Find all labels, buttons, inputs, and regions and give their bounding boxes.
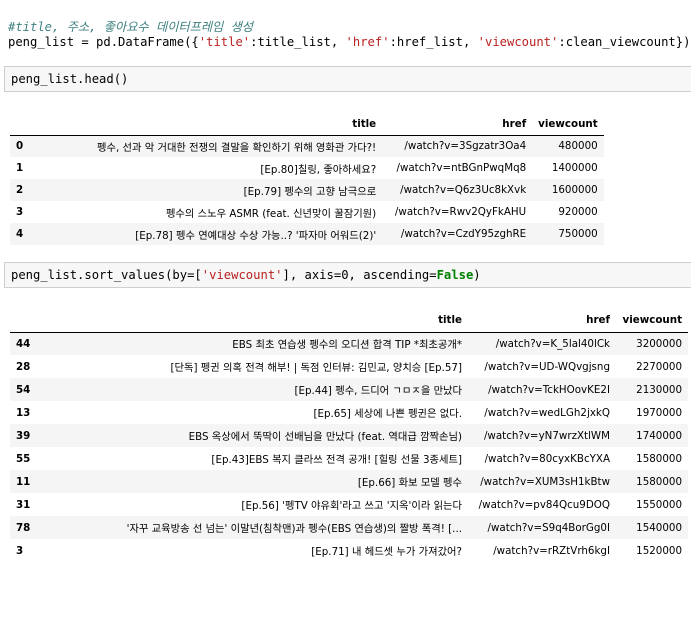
table-row: 4 [Ep.78] 펭수 연예대상 수상 가능..? '파자마 어워드(2)' …	[10, 223, 604, 245]
cell-title: [Ep.71] 내 헤드셋 누가 가져갔어?	[311, 546, 462, 558]
cell-href: /watch?v=3Sgzatr3Oa4	[404, 140, 527, 153]
table-row: 3 [Ep.71] 내 헤드셋 누가 가져갔어? /watch?v=rRZtVr…	[10, 539, 688, 562]
table-header-row: title href viewcount	[10, 113, 604, 136]
cell-href: /watch?v=K_5lal40lCk	[495, 337, 610, 350]
cell-viewcount: 480000	[558, 140, 598, 153]
cell-title: [Ep.80]칠링, 좋아하세요?	[260, 163, 377, 176]
cell-title: [Ep.56] '펭TV 야유회'라고 쓰고 '지옥'이라 읽는다	[241, 500, 462, 512]
row-index: 4	[16, 228, 24, 240]
cell-href: /watch?v=yN7wrzXtlWM	[483, 429, 610, 442]
row-index: 0	[16, 140, 24, 153]
row-index: 78	[16, 521, 31, 534]
cell-title: 펭수의 스노우 ASMR (feat. 신년맞이 꿀잠기원)	[165, 207, 377, 220]
table-row: 11 [Ep.66] 화보 모델 펭수 /watch?v=XUM3sH1kBtw…	[10, 470, 688, 493]
row-index: 44	[16, 337, 31, 350]
row-index: 55	[16, 452, 31, 465]
row-index: 1	[16, 162, 24, 174]
cell-href: /watch?v=Rwv2QyFkAHU	[394, 206, 527, 218]
cell-viewcount: 1520000	[636, 544, 682, 557]
cell-viewcount: 750000	[558, 228, 598, 240]
code-line-head: peng_list.head()	[11, 72, 129, 86]
cell-href: /watch?v=wedLGh2jxkQ	[484, 406, 610, 419]
cell-viewcount: 2130000	[636, 383, 682, 396]
cell-title: [Ep.79] 펭수의 고향 남극으로	[243, 185, 377, 198]
table-row: 54 [Ep.44] 펭수, 드디어 ㄱㅁㅈ을 만났다 /watch?v=Tck…	[10, 378, 688, 401]
cell-viewcount: 920000	[558, 206, 598, 218]
column-header-href: href	[468, 308, 616, 333]
table-row: 2 [Ep.79] 펭수의 고향 남극으로 /watch?v=Q6z3Uc8kX…	[10, 179, 604, 201]
cell-viewcount: 1580000	[636, 475, 682, 488]
cell-href: /watch?v=XUM3sH1kBtw	[480, 475, 610, 488]
column-header-title: title	[50, 308, 468, 333]
row-index: 54	[16, 383, 31, 396]
table-row: 3 펭수의 스노우 ASMR (feat. 신년맞이 꿀잠기원) /watch?…	[10, 201, 604, 223]
cell-href: /watch?v=S9q4BorGg0I	[487, 521, 611, 534]
code-cell-head[interactable]: peng_list.head()	[4, 66, 691, 92]
column-header-viewcount: viewcount	[532, 113, 604, 136]
cell-viewcount: 1400000	[551, 162, 598, 174]
head-output-table: title href viewcount 0 펭수, 선과 악 거대한 전쟁의 …	[10, 113, 604, 245]
row-index: 11	[16, 475, 31, 488]
row-index: 2	[16, 184, 24, 196]
cell-viewcount: 2270000	[636, 360, 682, 373]
table-row: 39 EBS 옥상에서 뚝딱이 선배님을 만났다 (feat. 역대급 깜짝손님…	[10, 424, 688, 447]
row-index: 3	[16, 206, 24, 218]
table-row: 44 EBS 최초 연습생 펭수의 오디션 합격 TIP *최초공개* /wat…	[10, 332, 688, 355]
cell-viewcount: 1600000	[551, 184, 598, 196]
cell-viewcount: 3200000	[636, 337, 682, 350]
cell-title: [Ep.44] 펭수, 드디어 ㄱㅁㅈ을 만났다	[294, 385, 463, 397]
cell-viewcount: 1580000	[636, 452, 682, 465]
table-header-row: title href viewcount	[10, 308, 688, 333]
column-header-viewcount: viewcount	[616, 308, 688, 333]
cell-title: EBS 옥상에서 뚝딱이 선배님을 만났다 (feat. 역대급 깜짝손님)	[188, 431, 462, 443]
code-cell-dataframe[interactable]: #title, 주소, 좋아요수 데이터프레임 생성 peng_list = p…	[0, 0, 691, 56]
cell-title: [단독] 펭귄 의혹 전격 해부! | 독점 인터뷰: 김민교, 양치승 [Ep…	[170, 362, 463, 374]
table-row: 31 [Ep.56] '펭TV 야유회'라고 쓰고 '지옥'이라 읽는다 /wa…	[10, 493, 688, 516]
cell-href: /watch?v=rRZtVrh6kgI	[493, 544, 610, 557]
index-header	[10, 308, 50, 333]
cell-href: /watch?v=ntBGnPwqMq8	[396, 162, 527, 174]
index-header	[10, 113, 30, 136]
cell-viewcount: 1550000	[636, 498, 682, 511]
cell-title: '자꾸 교육방송 선 넘는' 이말년(침착맨)과 펭수(EBS 연습생)의 짤방…	[126, 523, 462, 535]
table-row: 13 [Ep.65] 세상에 나쁜 펭귄은 없다. /watch?v=wedLG…	[10, 401, 688, 424]
row-index: 13	[16, 406, 31, 419]
table-row: 28 [단독] 펭귄 의혹 전격 해부! | 독점 인터뷰: 김민교, 양치승 …	[10, 355, 688, 378]
code-line-sort-values: peng_list.sort_values(by=['viewcount'], …	[11, 268, 481, 282]
table-row: 0 펭수, 선과 악 거대한 전쟁의 결말을 확인하기 위해 영화관 가다?! …	[10, 135, 604, 157]
cell-href: /watch?v=Q6z3Uc8kXvk	[400, 184, 527, 196]
cell-href: /watch?v=UD-WQvgjsng	[484, 360, 610, 373]
column-header-title: title	[29, 113, 383, 136]
code-comment: #title, 주소, 좋아요수 데이터프레임 생성	[8, 20, 254, 34]
code-cell-sort-values[interactable]: peng_list.sort_values(by=['viewcount'], …	[4, 262, 691, 288]
cell-viewcount: 1970000	[636, 406, 682, 419]
column-header-href: href	[382, 113, 533, 136]
cell-viewcount: 1540000	[636, 521, 682, 534]
cell-title: [Ep.65] 세상에 나쁜 펭귄은 없다.	[313, 408, 462, 420]
cell-title: [Ep.43]EBS 복지 클라쓰 전격 공개! [힐링 선물 3종세트]	[211, 454, 462, 466]
table-row: 78 '자꾸 교육방송 선 넘는' 이말년(침착맨)과 펭수(EBS 연습생)의…	[10, 516, 688, 539]
cell-href: /watch?v=pv84Qcu9DOQ	[478, 498, 610, 511]
row-index: 39	[16, 429, 31, 442]
cell-href: /watch?v=TckHOovKE2I	[488, 383, 610, 396]
table-row: 1 [Ep.80]칠링, 좋아하세요? /watch?v=ntBGnPwqMq8…	[10, 157, 604, 179]
row-index: 31	[16, 498, 31, 511]
table-row: 55 [Ep.43]EBS 복지 클라쓰 전격 공개! [힐링 선물 3종세트]…	[10, 447, 688, 470]
code-line-dataframe: peng_list = pd.DataFrame({'title':title_…	[8, 35, 691, 49]
cell-title: 펭수, 선과 악 거대한 전쟁의 결말을 확인하기 위해 영화관 가다?!	[97, 141, 377, 154]
row-index: 28	[16, 360, 31, 373]
cell-href: /watch?v=CzdY95zghRE	[400, 228, 527, 240]
cell-title: [Ep.66] 화보 모델 펭수	[357, 477, 462, 489]
cell-title: EBS 최초 연습생 펭수의 오디션 합격 TIP *최초공개*	[232, 339, 462, 352]
row-index: 3	[16, 544, 24, 557]
cell-title: [Ep.78] 펭수 연예대상 수상 가능..? '파자마 어워드(2)'	[135, 229, 377, 242]
sorted-output-table: title href viewcount 44 EBS 최초 연습생 펭수의 오…	[10, 308, 688, 562]
cell-viewcount: 1740000	[636, 429, 682, 442]
cell-href: /watch?v=80cyxKBcYXA	[484, 452, 610, 465]
